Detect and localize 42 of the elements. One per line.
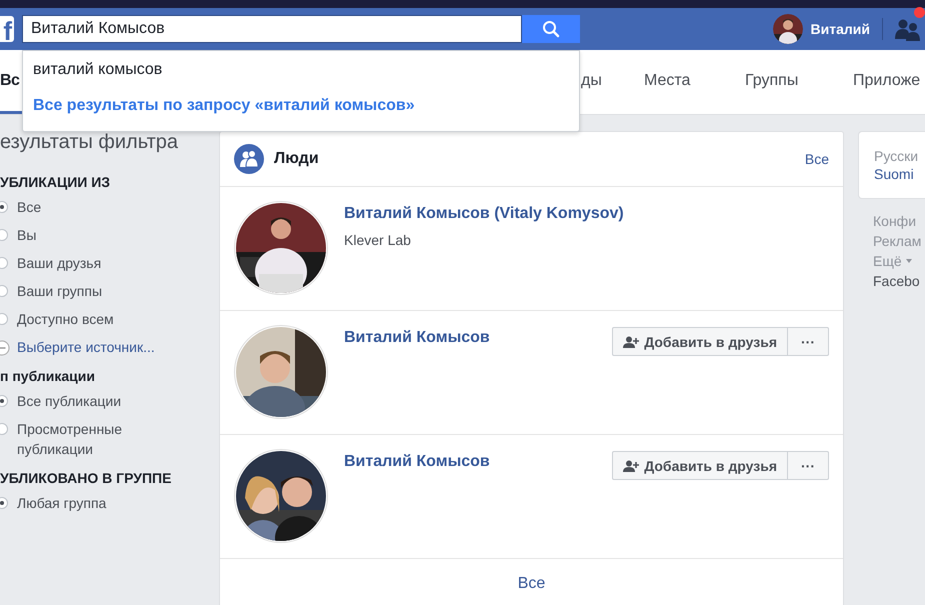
filter-option[interactable]: Ваши друзья xyxy=(17,253,167,273)
filter-option[interactable]: Вы xyxy=(17,225,167,245)
language-link[interactable]: Suomi xyxy=(874,166,925,182)
person-name[interactable]: Виталий Комысов xyxy=(344,453,612,471)
source-picker-link[interactable]: Выберите источник... xyxy=(17,337,167,357)
filter-heading: п публикации xyxy=(0,368,96,384)
logo[interactable]: f xyxy=(0,16,14,42)
person-name[interactable]: Виталий Комысов (Vitaly Komysov) xyxy=(344,205,829,223)
more-button[interactable]: ··· xyxy=(788,327,829,356)
section-title: Люди xyxy=(274,150,319,168)
all-results-link[interactable]: Все результаты по запросу «виталий комысов» xyxy=(23,79,579,115)
filter-option[interactable]: Все публикации xyxy=(17,391,167,411)
filter-heading: УБЛИКАЦИИ ИЗ xyxy=(0,174,112,190)
search-icon xyxy=(542,20,560,38)
filter-title: езультаты фильтра xyxy=(0,131,179,154)
tab[interactable]: ды xyxy=(581,50,644,114)
more-button[interactable]: ··· xyxy=(788,451,829,480)
filter-option[interactable]: Доступно всем xyxy=(17,309,167,329)
search-button[interactable] xyxy=(522,15,580,43)
suggestion-item[interactable]: виталий комысов xyxy=(23,51,579,79)
profile-name[interactable]: Виталий xyxy=(810,21,870,37)
add-friend-button[interactable]: Добавить в друзья xyxy=(612,327,788,356)
filter-heading: УБЛИКОВАНО В ГРУППЕ xyxy=(0,470,172,486)
people-icon xyxy=(234,144,264,174)
filter-option[interactable]: Ваши группы xyxy=(17,281,167,301)
caret-icon xyxy=(906,259,912,263)
see-all-link[interactable]: Все xyxy=(804,151,829,167)
tab[interactable]: Приложе xyxy=(853,50,925,114)
filter-option[interactable]: Просмотренные публикации xyxy=(17,419,167,459)
filter-option[interactable]: Все xyxy=(17,197,167,217)
filter-option[interactable]: Любая группа xyxy=(17,493,167,513)
person-subtitle: Klever Lab xyxy=(344,232,412,248)
add-friend-icon xyxy=(623,336,640,348)
person-name[interactable]: Виталий Комысов xyxy=(344,329,612,347)
search-field[interactable]: Виталий Комысов xyxy=(22,15,522,43)
see-all-link[interactable]: Все xyxy=(518,575,546,593)
tab[interactable]: Места xyxy=(644,50,745,114)
friends-icon[interactable] xyxy=(895,17,921,41)
add-friend-icon xyxy=(623,460,640,472)
add-friend-button[interactable]: Добавить в друзья xyxy=(612,451,788,480)
copyright-text: Facebo xyxy=(873,272,921,291)
tab[interactable]: Группы xyxy=(745,50,853,114)
